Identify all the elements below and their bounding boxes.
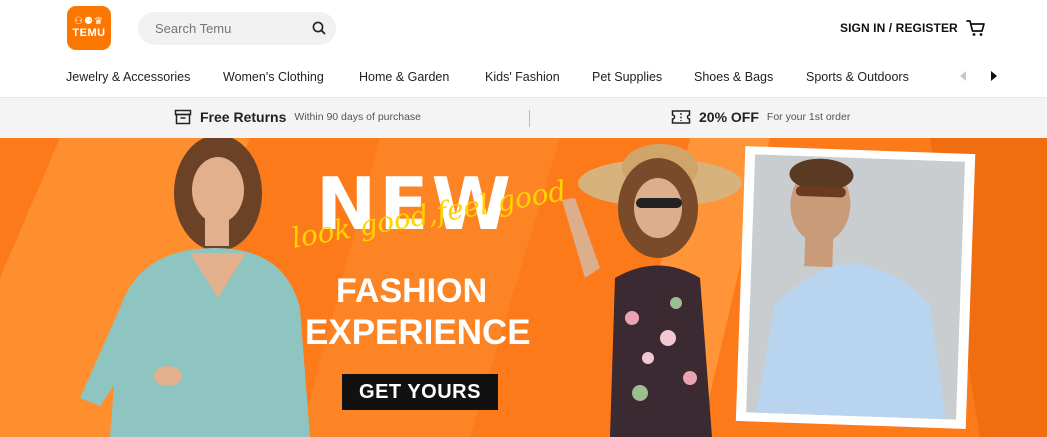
model-blue-shirt-photo bbox=[735, 146, 976, 429]
coupon-icon bbox=[671, 110, 691, 124]
logo-glyphs: ⚇⚈♛ bbox=[74, 15, 104, 27]
nav-item-jewelry-accessories[interactable]: Jewelry & Accessories bbox=[66, 70, 190, 84]
banner-experience-text: EXPERIENCE bbox=[305, 313, 531, 352]
nav-item-pet-supplies[interactable]: Pet Supplies bbox=[592, 70, 662, 84]
free-returns-subtitle: Within 90 days of purchase bbox=[294, 111, 422, 123]
logo-word: TEMU bbox=[72, 26, 106, 39]
search-input[interactable] bbox=[155, 21, 305, 36]
discount-subtitle: For your 1st order bbox=[766, 111, 851, 123]
nav-item-home-garden[interactable]: Home & Garden bbox=[359, 70, 449, 84]
temu-logo[interactable]: ⚇⚈♛ TEMU bbox=[67, 6, 111, 50]
sign-in-register-link[interactable]: SIGN IN / REGISTER bbox=[840, 21, 958, 35]
nav-prev-arrow-icon[interactable] bbox=[958, 70, 968, 82]
cart-icon[interactable] bbox=[966, 19, 986, 37]
promo-divider bbox=[529, 110, 530, 127]
promo-strip: Free Returns Within 90 days of purchase … bbox=[0, 97, 1047, 138]
free-returns-promo[interactable]: Free Returns Within 90 days of purchase bbox=[174, 109, 421, 125]
nav-next-arrow-icon[interactable] bbox=[989, 70, 999, 82]
search-icon[interactable] bbox=[311, 20, 327, 36]
banner-fashion-text: FASHION bbox=[336, 272, 488, 310]
nav-item-sports-outdoors[interactable]: Sports & Outdoors bbox=[806, 70, 909, 84]
discount-title: 20% OFF bbox=[699, 109, 759, 125]
discount-promo[interactable]: 20% OFF For your 1st order bbox=[671, 109, 850, 125]
free-returns-title: Free Returns bbox=[200, 109, 287, 125]
category-nav: Jewelry & Accessories Women's Clothing H… bbox=[0, 58, 1047, 97]
search-bar bbox=[138, 12, 336, 45]
get-yours-button[interactable]: GET YOURS bbox=[342, 374, 498, 410]
hero-banner[interactable]: NEW look good,feel good FASHION EXPERIEN… bbox=[0, 138, 1047, 437]
nav-item-kids-fashion[interactable]: Kids' Fashion bbox=[485, 70, 560, 84]
site-header: ⚇⚈♛ TEMU SIGN IN / REGISTER bbox=[0, 0, 1047, 58]
nav-item-womens-clothing[interactable]: Women's Clothing bbox=[223, 70, 324, 84]
return-box-icon bbox=[174, 109, 192, 125]
nav-item-shoes-bags[interactable]: Shoes & Bags bbox=[694, 70, 773, 84]
